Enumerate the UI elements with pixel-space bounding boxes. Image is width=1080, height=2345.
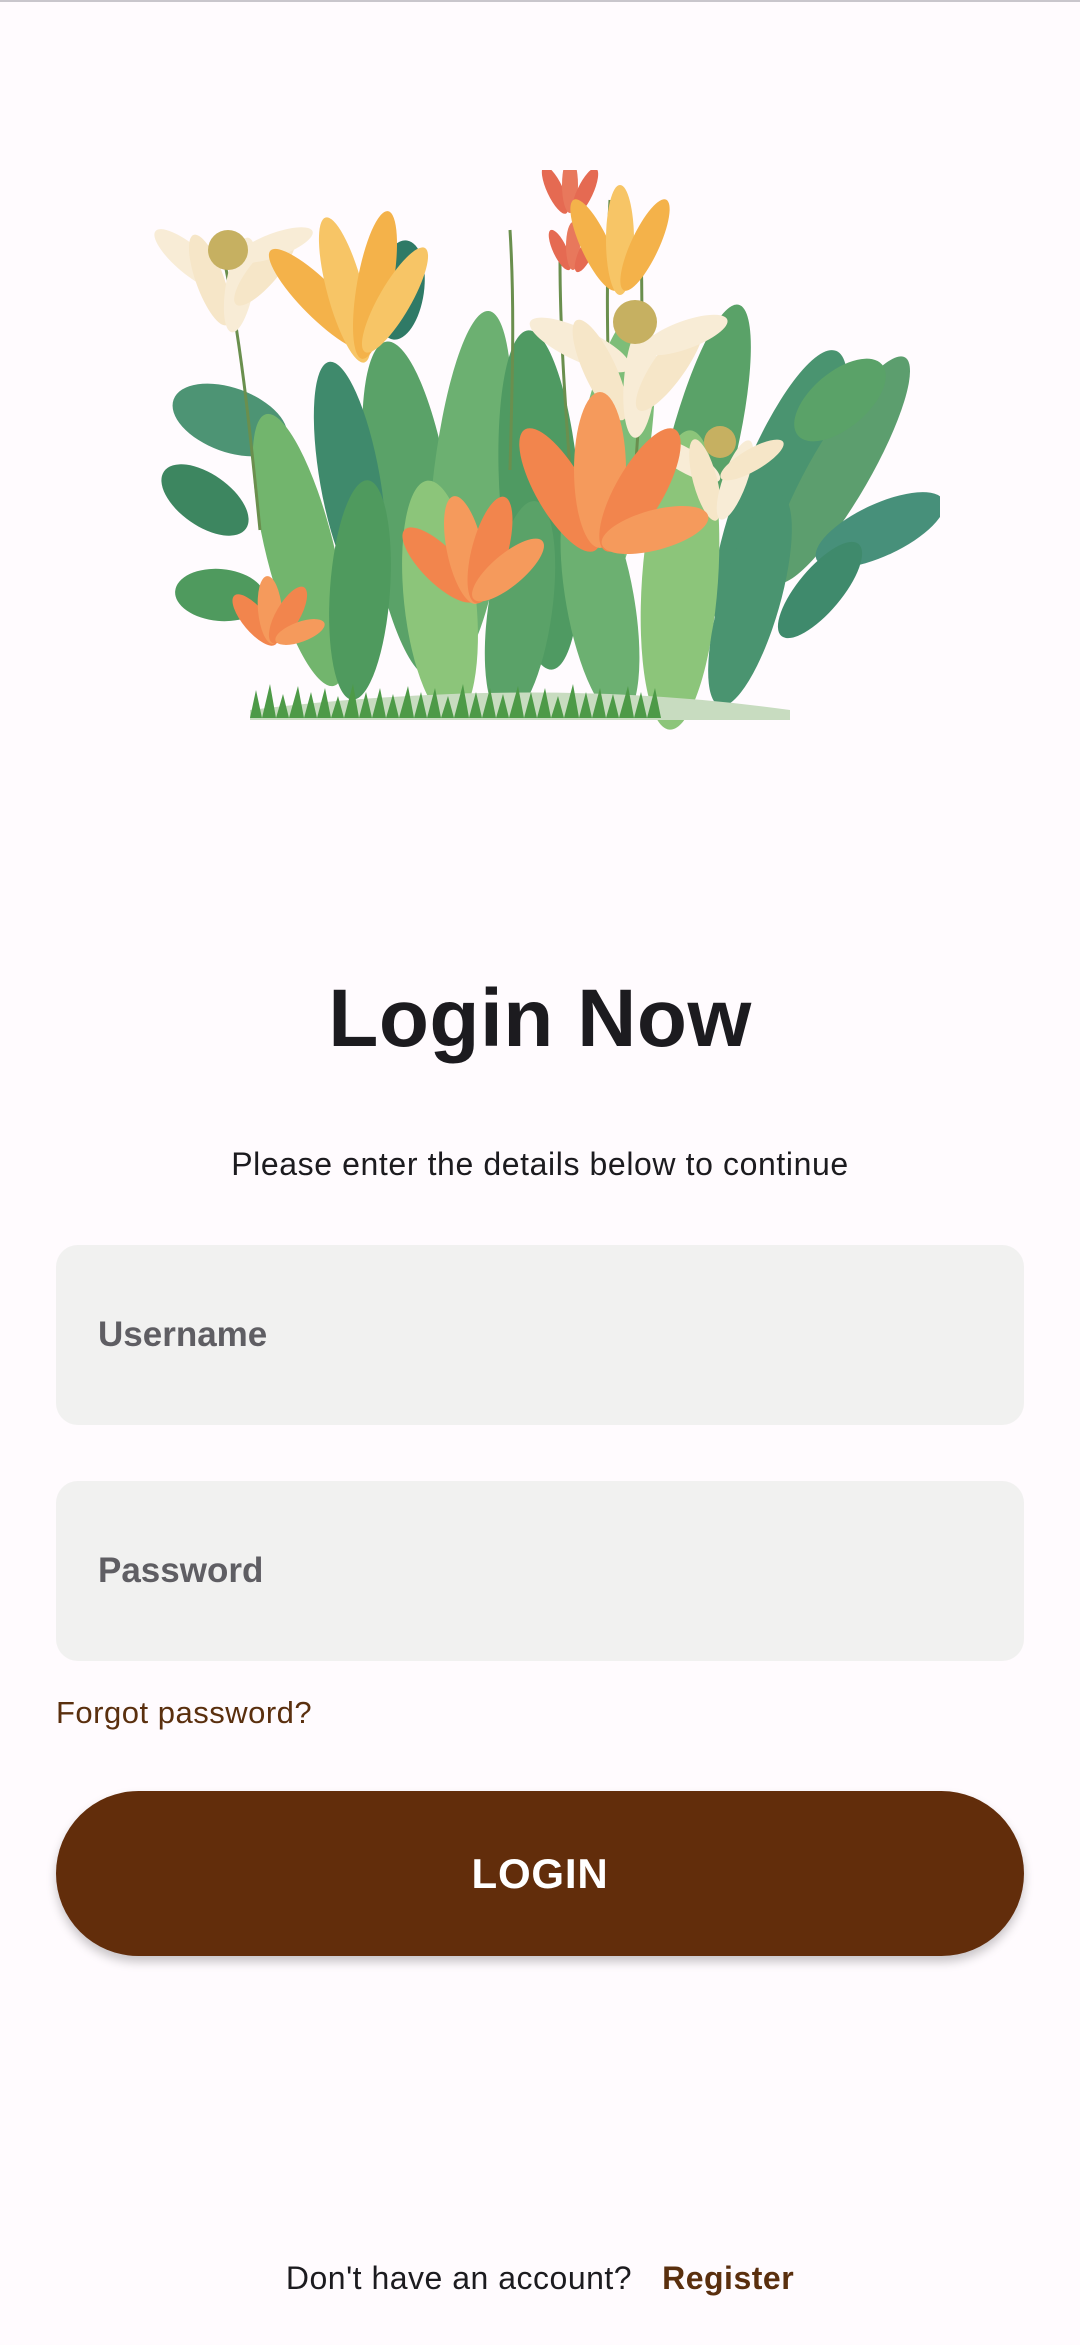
no-account-text: Don't have an account? [285, 2260, 633, 2296]
flower-garden-illustration [154, 170, 940, 730]
password-input[interactable] [98, 1481, 978, 1661]
username-field[interactable] [56, 1245, 1024, 1425]
username-input[interactable] [98, 1245, 978, 1425]
register-prompt: Don't have an account? Register [0, 2262, 1080, 2294]
forgot-password-link[interactable]: Forgot password? [56, 1697, 312, 1728]
password-field[interactable] [56, 1481, 1024, 1661]
page-title: Login Now [328, 973, 752, 1064]
top-divider [0, 0, 1080, 2]
login-button[interactable]: LOGIN [56, 1791, 1024, 1956]
page-subtitle: Please enter the details below to contin… [231, 1146, 849, 1182]
yellow-flower-top [570, 185, 670, 295]
register-link[interactable]: Register [662, 2260, 794, 2296]
